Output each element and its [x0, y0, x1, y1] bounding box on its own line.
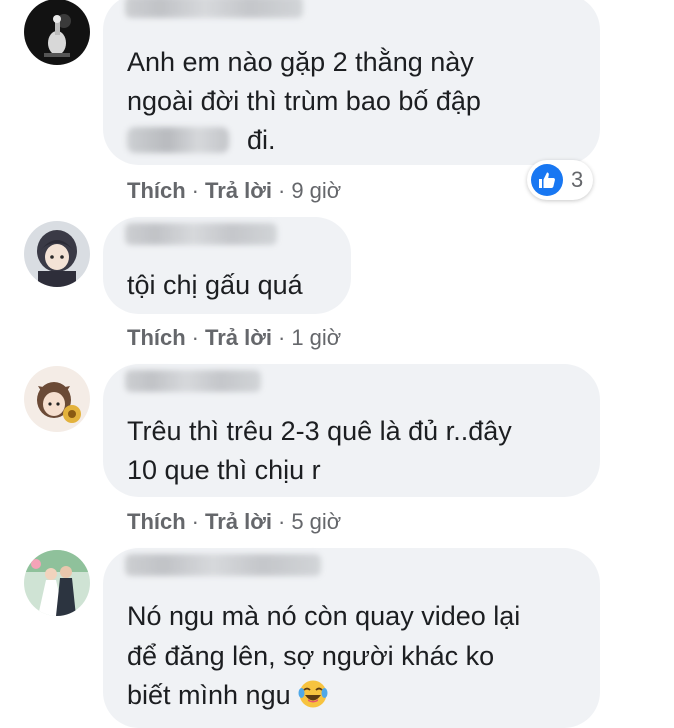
comment-actions: Thích · Trả lời · 1 giờ — [127, 323, 341, 353]
separator: · — [278, 509, 286, 534]
comment-timestamp[interactable]: 9 giờ — [291, 178, 341, 203]
laughing-tears-emoji — [298, 680, 328, 708]
comment-timestamp[interactable]: 1 giờ — [291, 325, 341, 350]
reaction-count: 3 — [571, 167, 584, 192]
comment-text-line: 10 que thì chịu r — [127, 455, 321, 485]
separator: · — [278, 325, 286, 350]
comment-text-line: biết mình ngu — [127, 675, 328, 715]
comment-text-line: Nó ngu mà nó còn quay video lại — [127, 601, 521, 631]
comment-text-line: ngoài đời thì trùm bao bố đập — [127, 86, 481, 116]
separator: · — [191, 509, 199, 534]
reaction-summary[interactable]: 3 — [527, 160, 594, 200]
commenter-avatar[interactable] — [24, 0, 90, 65]
comment-bubble: Trêu thì trêu 2-3 quê là đủ r..đây 10 qu… — [103, 364, 600, 497]
like-icon — [531, 164, 563, 196]
separator: · — [191, 325, 199, 350]
commenter-avatar[interactable] — [24, 550, 90, 616]
like-link[interactable]: Thích — [127, 509, 186, 534]
comment-timestamp[interactable]: 5 giờ — [291, 509, 341, 534]
comment-text-line: đi. — [127, 120, 276, 160]
like-link[interactable]: Thích — [127, 178, 186, 203]
comment-text-tail: đi. — [247, 125, 276, 155]
comment-actions: Thích · Trả lời · 9 giờ — [127, 176, 341, 206]
comment-bubble: Anh em nào gặp 2 thằng này ngoài đời thì… — [103, 0, 600, 165]
reply-link[interactable]: Trả lời — [205, 509, 272, 534]
comment-text-line: để đăng lên, sợ người khác ko — [127, 641, 495, 671]
blurred-author-name[interactable] — [125, 0, 303, 18]
separator: · — [191, 178, 199, 203]
blurred-author-name[interactable] — [125, 554, 321, 576]
reply-link[interactable]: Trả lời — [205, 178, 272, 203]
like-link[interactable]: Thích — [127, 325, 186, 350]
commenter-avatar[interactable] — [24, 221, 90, 287]
commenter-avatar[interactable] — [24, 366, 90, 432]
comment-actions: Thích · Trả lời · 5 giờ — [127, 507, 341, 537]
reply-link[interactable]: Trả lời — [205, 325, 272, 350]
separator: · — [278, 178, 286, 203]
blurred-author-name[interactable] — [125, 223, 277, 245]
comment-text-line: Anh em nào gặp 2 thằng này — [127, 47, 474, 77]
comment-bubble: Nó ngu mà nó còn quay video lại để đăng … — [103, 548, 600, 728]
comment-text-line: Trêu thì trêu 2-3 quê là đủ r..đây — [127, 416, 512, 446]
blurred-text — [127, 127, 229, 153]
comment-bubble: tội chị gấu quá — [103, 217, 351, 314]
blurred-author-name[interactable] — [125, 370, 261, 392]
comment-text-tail: biết mình ngu — [127, 680, 291, 710]
comment-text-line: tội chị gấu quá — [127, 270, 303, 300]
